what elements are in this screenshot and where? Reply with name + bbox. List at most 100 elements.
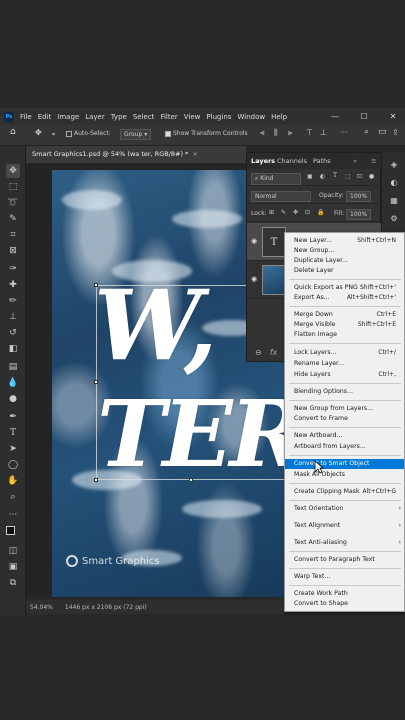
path-select-tool-icon[interactable]: ➤ — [6, 442, 20, 456]
menu-item-export-as[interactable]: Export As... Alt+Shift+Ctrl+' — [285, 293, 404, 303]
eyedropper-tool-icon[interactable]: ✑ — [6, 262, 20, 276]
menu-item-convert-to-smart-object[interactable]: Convert to Smart Object — [285, 459, 404, 469]
minimize-button[interactable]: — — [325, 108, 345, 125]
panel-menu-icon[interactable]: ≡ — [371, 157, 376, 165]
menu-window[interactable]: Window — [237, 113, 265, 121]
maximize-button[interactable]: ☐ — [354, 108, 374, 125]
menu-filter[interactable]: Filter — [160, 113, 177, 121]
opacity-field[interactable]: 100% — [346, 191, 372, 202]
fx-icon[interactable]: fx — [270, 348, 278, 357]
menu-file[interactable]: File — [20, 113, 32, 121]
menu-item-new-group[interactable]: New Group... — [285, 246, 404, 256]
menu-image[interactable]: Image — [57, 113, 79, 121]
ellipse-tool-icon[interactable]: ◯ — [6, 458, 20, 472]
menu-item-new-artboard[interactable]: New Artboard... — [285, 431, 404, 441]
menu-item-convert-to-frame[interactable]: Convert to Frame — [285, 414, 404, 424]
menu-item-text-anti-aliasing[interactable]: Text Anti-aliasing › — [285, 538, 404, 548]
menu-item-artboard-from-layers[interactable]: Artboard from Layers... — [285, 442, 404, 452]
brush-tool-icon[interactable]: ✏ — [6, 294, 20, 308]
document-tab[interactable]: Smart Graphics1.psd @ 54% (wa ter, RGB/8… — [26, 146, 246, 163]
filter-toggle-icon[interactable]: ● — [369, 173, 374, 180]
align-right-icon[interactable]: ⫸ — [288, 128, 293, 138]
crop-tool-icon[interactable]: ⌗ — [6, 228, 20, 242]
zoom-level[interactable]: 54.04% — [30, 604, 53, 611]
transform-handle[interactable] — [94, 380, 98, 384]
align-left-icon[interactable]: ⫷ — [260, 128, 265, 138]
screen-mode-icon[interactable]: ▣ — [6, 560, 20, 574]
menu-type[interactable]: Type — [111, 113, 127, 121]
align-middle-icon[interactable]: ⊥ — [320, 128, 327, 137]
align-center-icon[interactable]: ⫼ — [274, 128, 278, 138]
clone-stamp-tool-icon[interactable]: ⊥ — [6, 310, 20, 324]
frame-tool-icon[interactable]: ⊠ — [6, 244, 20, 258]
pen-tool-icon[interactable]: ✒ — [6, 410, 20, 424]
align-top-icon[interactable]: ⊤ — [306, 128, 313, 137]
transform-handle[interactable] — [94, 283, 98, 287]
menu-item-text-alignment[interactable]: Text Alignment › — [285, 521, 404, 531]
lock-all-icon[interactable]: 🔒 — [317, 209, 324, 216]
quick-mask-icon[interactable]: ◫ — [6, 544, 20, 558]
tab-layers[interactable]: Layers — [251, 157, 275, 165]
menu-item-delete-layer[interactable]: Delete Layer — [285, 266, 404, 276]
tab-paths[interactable]: Paths — [313, 157, 331, 165]
eraser-tool-icon[interactable]: ◧ — [6, 342, 20, 356]
healing-brush-tool-icon[interactable]: ✚ — [6, 278, 20, 292]
lock-artboard-icon[interactable]: ⊡ — [305, 209, 310, 216]
lock-position-icon[interactable]: ✥ — [293, 209, 298, 216]
menu-item-merge-down[interactable]: Merge Down Ctrl+E — [285, 310, 404, 320]
menu-item-new-group-from-layers[interactable]: New Group from Layers... — [285, 404, 404, 414]
menu-item-new-layer[interactable]: New Layer... Shift+Ctrl+N — [285, 236, 404, 246]
menu-item-mask-all-objects[interactable]: Mask All Objects — [285, 470, 404, 480]
menu-view[interactable]: View — [184, 113, 201, 121]
chevron-down-icon[interactable]: ▾ — [52, 131, 55, 138]
menu-item-create-work-path[interactable]: Create Work Path — [285, 589, 404, 599]
link-layers-icon[interactable]: ⊖ — [255, 348, 262, 357]
menu-plugins[interactable]: Plugins — [206, 113, 231, 121]
artboard-icon[interactable]: ⧉ — [6, 576, 20, 590]
blur-tool-icon[interactable]: 💧 — [6, 376, 20, 390]
adjustments-icon[interactable]: ◐ — [388, 176, 400, 188]
filter-type-icon[interactable]: T — [333, 172, 337, 179]
home-icon[interactable]: ⌂ — [10, 127, 16, 137]
more-tools-icon[interactable]: ··· — [6, 508, 20, 522]
history-brush-tool-icon[interactable]: ↺ — [6, 326, 20, 340]
menu-item-hide-layers[interactable]: Hide Layers Ctrl+, — [285, 370, 404, 380]
share-icon[interactable]: ⇪ — [392, 128, 399, 137]
more-options-icon[interactable]: ··· — [340, 128, 348, 137]
properties-icon[interactable]: ⚙ — [388, 212, 400, 224]
menu-item-lock-layers[interactable]: Lock Layers... Ctrl+/ — [285, 348, 404, 358]
menu-item-convert-to-paragraph-text[interactable]: Convert to Paragraph Text — [285, 555, 404, 565]
fill-field[interactable]: 100% — [346, 209, 372, 220]
close-document-icon[interactable]: × — [192, 150, 197, 158]
color-swatches-icon[interactable] — [6, 526, 20, 540]
lock-pixels-icon[interactable]: ✎ — [281, 209, 286, 216]
menu-select[interactable]: Select — [133, 113, 155, 121]
lock-transparency-icon[interactable]: ⊞ — [269, 209, 274, 216]
layers-panel-icon[interactable]: ◈ — [388, 158, 400, 170]
menu-item-rename-layer[interactable]: Rename Layer... — [285, 359, 404, 369]
auto-select-checkbox[interactable]: Auto-Select: — [66, 130, 111, 137]
filter-adjustment-icon[interactable]: ◐ — [320, 173, 325, 180]
menu-item-warp-text[interactable]: Warp Text... — [285, 572, 404, 582]
workspace-icon[interactable]: ▭ — [378, 127, 387, 137]
transform-handle[interactable] — [94, 478, 98, 482]
menu-item-blending-options[interactable]: Blending Options... — [285, 387, 404, 397]
filter-shape-icon[interactable]: ⬚ — [345, 173, 351, 180]
menu-layer[interactable]: Layer — [85, 113, 105, 121]
transform-handle[interactable] — [189, 478, 193, 482]
quick-select-tool-icon[interactable]: ✎ — [6, 212, 20, 226]
dodge-tool-icon[interactable]: ● — [6, 392, 20, 406]
menu-item-convert-to-shape[interactable]: Convert to Shape — [285, 599, 404, 609]
menu-item-quick-export[interactable]: Quick Export as PNG Shift+Ctrl+' — [285, 283, 404, 293]
move-tool-icon[interactable]: ✥ — [6, 164, 20, 178]
visibility-eye-icon[interactable]: ◉ — [251, 237, 257, 245]
type-tool-icon[interactable]: T — [6, 426, 20, 440]
search-icon[interactable]: ⌕ — [364, 127, 369, 137]
menu-edit[interactable]: Edit — [38, 113, 52, 121]
menu-item-create-clipping-mask[interactable]: Create Clipping Mask Alt+Ctrl+G — [285, 487, 404, 497]
menu-item-duplicate-layer[interactable]: Duplicate Layer... — [285, 256, 404, 266]
blend-mode-dropdown[interactable]: Normal — [251, 191, 311, 202]
visibility-eye-icon[interactable]: ◉ — [251, 275, 257, 283]
filter-smart-object-icon[interactable]: ⊡ — [357, 173, 362, 180]
auto-select-dropdown[interactable]: Group ▾ — [120, 129, 152, 140]
